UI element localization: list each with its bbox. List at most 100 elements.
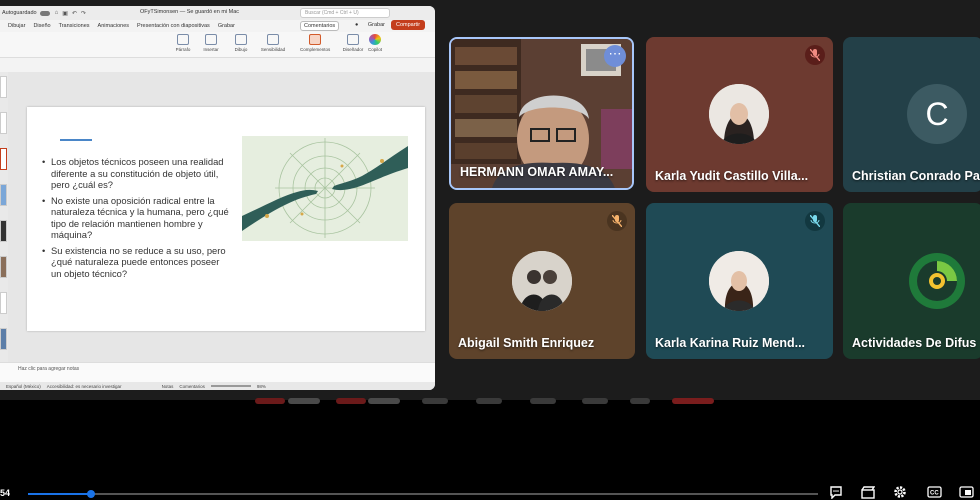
addins-group[interactable]: Complementos: [300, 34, 330, 52]
progress-fill: [28, 493, 92, 495]
meeting-control[interactable]: [530, 398, 556, 404]
meeting-control[interactable]: [336, 398, 366, 404]
slide-thumbnail-active[interactable]: [0, 148, 7, 170]
search-input[interactable]: Buscar (Cmd + Ctrl + U): [300, 8, 390, 18]
slide[interactable]: Los objetos técnicos poseen una realidad…: [27, 107, 425, 331]
copilot-group[interactable]: Copilot: [362, 34, 388, 52]
share-button[interactable]: Compartir: [391, 20, 426, 30]
gear-icon[interactable]: [892, 485, 908, 499]
participant-tile-karla-karina[interactable]: Karla Karina Ruiz Mend...: [646, 203, 833, 359]
chat-icon[interactable]: [828, 485, 844, 499]
title-bar: Autoguardado ⌂ ▣ ↶ ↷ OFyTSimonsen — Se g…: [0, 6, 435, 20]
video-player-bar: 8:54 CC: [0, 476, 980, 500]
mic-muted-icon: [805, 45, 825, 65]
meeting-control[interactable]: [422, 398, 448, 404]
meeting-control[interactable]: [368, 398, 400, 404]
tab-animaciones[interactable]: Animaciones: [98, 23, 130, 29]
meeting-control[interactable]: [582, 398, 608, 404]
paragraph-icon: [177, 34, 189, 45]
mic-muted-icon: [805, 211, 825, 231]
comments-button[interactable]: Comentarios: [300, 21, 340, 31]
slide-canvas: Los objetos técnicos poseen una realidad…: [8, 72, 435, 362]
accessibility-status[interactable]: Accesibilidad: es necesario investigar: [47, 384, 122, 389]
slide-thumbnail[interactable]: [0, 184, 7, 206]
slide-thumbnail[interactable]: [0, 76, 7, 98]
avatar: [709, 251, 769, 311]
participant-tile-hermann[interactable]: ⋯ HERMANN OMAR AMAY...: [449, 37, 634, 190]
participant-name: Actividades De Difus: [852, 336, 977, 350]
bullet-item: No existe una oposición radical entre la…: [41, 195, 231, 241]
tab-dibujar[interactable]: Dibujar: [8, 23, 25, 29]
draw-icon: [235, 34, 247, 45]
powerpoint-window: Autoguardado ⌂ ▣ ↶ ↷ OFyTSimonsen — Se g…: [0, 6, 435, 390]
status-bar: Español (México) Accesibilidad: es neces…: [0, 382, 435, 390]
meeting-control[interactable]: [288, 398, 320, 404]
zoom-slider[interactable]: [210, 385, 251, 387]
participant-name: Karla Yudit Castillo Villa...: [655, 169, 809, 183]
mic-muted-icon: [607, 211, 627, 231]
insert-icon: [205, 34, 217, 45]
participant-name: HERMANN OMAR AMAY...: [460, 165, 614, 179]
more-options-button[interactable]: ⋯: [604, 45, 626, 67]
slide-thumbnail[interactable]: [0, 328, 7, 350]
slide-accent-line: [60, 139, 92, 141]
participant-tile-abigail[interactable]: Abigail Smith Enriquez: [449, 203, 635, 359]
slide-thumbnails: [0, 72, 8, 368]
participant-name: Christian Conrado Pa: [852, 169, 980, 183]
meeting-control[interactable]: [476, 398, 502, 404]
paragraph-group[interactable]: Párrafo: [170, 34, 196, 52]
slide-thumbnail[interactable]: [0, 220, 7, 242]
autosave-label: Autoguardado: [2, 10, 37, 16]
notes-area[interactable]: Haz clic para agregar notas: [0, 362, 435, 382]
undo-icon[interactable]: ↶: [72, 10, 77, 17]
addins-icon: [309, 34, 321, 45]
participant-name: Karla Karina Ruiz Mend...: [655, 336, 806, 350]
save-icon[interactable]: ▣: [62, 10, 68, 17]
designer-icon: [347, 34, 359, 45]
slide-illustration: [242, 136, 408, 241]
comments-status-button[interactable]: Comentarios: [179, 384, 205, 389]
document-title: OFyTSimonsen — Se guardó en mi Mac: [140, 9, 240, 15]
sensitivity-icon: [267, 34, 279, 45]
participant-tile-karla-yudit[interactable]: Karla Yudit Castillo Villa...: [646, 37, 833, 192]
tab-grabar[interactable]: Grabar: [218, 23, 235, 29]
ribbon: Párrafo Insertar Dibujo Sensibilidad Com…: [0, 32, 435, 58]
closed-captions-icon[interactable]: CC: [926, 485, 942, 499]
tab-transiciones[interactable]: Transiciones: [59, 23, 90, 29]
organization-logo: [907, 251, 967, 311]
slide-thumbnail[interactable]: [0, 112, 7, 134]
record-button[interactable]: ● Grabar: [355, 22, 385, 28]
avatar: [512, 251, 572, 311]
slide-thumbnail[interactable]: [0, 256, 7, 278]
progress-bar[interactable]: [28, 490, 818, 498]
insert-group[interactable]: Insertar: [198, 34, 224, 52]
sensitivity-group[interactable]: Sensibilidad: [260, 34, 286, 52]
meeting-view: Autoguardado ⌂ ▣ ↶ ↷ OFyTSimonsen — Se g…: [0, 0, 980, 404]
participant-tile-actividades[interactable]: Actividades De Difus: [843, 203, 980, 359]
bullet-item: Su existencia no se reduce a su uso, per…: [41, 245, 231, 280]
notes-button[interactable]: Notas: [162, 384, 174, 389]
home-icon[interactable]: ⌂: [55, 10, 59, 16]
zoom-level[interactable]: 98%: [257, 384, 266, 389]
avatar: [709, 84, 769, 144]
draw-group[interactable]: Dibujo: [228, 34, 254, 52]
redo-icon[interactable]: ↷: [81, 10, 86, 17]
leave-call-button[interactable]: [672, 398, 714, 404]
meeting-control[interactable]: [630, 398, 650, 404]
participant-name: Abigail Smith Enriquez: [458, 336, 595, 350]
record-label: Grabar: [367, 22, 385, 28]
fullscreen-icon[interactable]: [958, 485, 974, 499]
participant-tile-christian[interactable]: C Christian Conrado Pa: [843, 37, 980, 192]
language-status[interactable]: Español (México): [6, 384, 41, 389]
ribbon-tabs: Dibujar Diseño Transiciones Animaciones …: [0, 20, 435, 32]
slide-thumbnail[interactable]: [0, 292, 7, 314]
avatar-initial: C: [907, 84, 967, 144]
meeting-control[interactable]: [255, 398, 285, 404]
tab-presentacion[interactable]: Presentación con diapositivas: [137, 23, 210, 29]
copilot-icon: [369, 34, 381, 45]
tab-diseno[interactable]: Diseño: [33, 23, 50, 29]
autosave-toggle[interactable]: [39, 10, 50, 16]
progress-handle[interactable]: [87, 490, 96, 498]
current-time: 8:54: [0, 488, 11, 498]
clapperboard-icon[interactable]: [860, 485, 876, 499]
